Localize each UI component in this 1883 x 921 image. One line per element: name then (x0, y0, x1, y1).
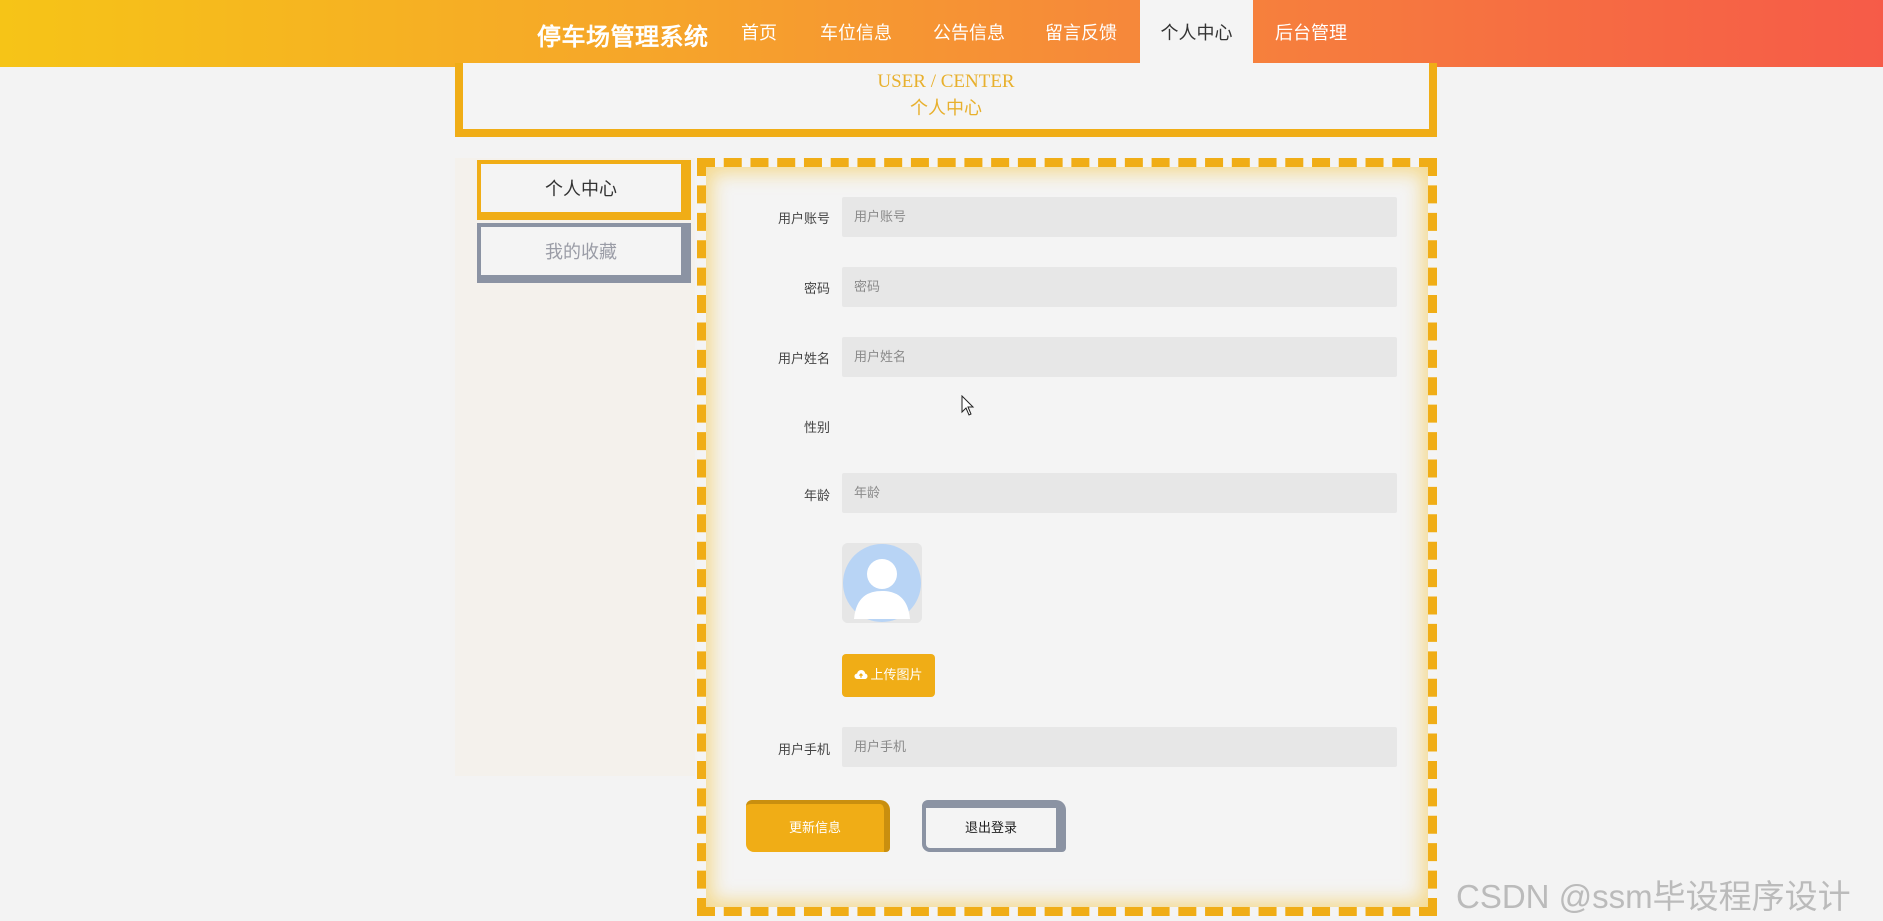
upload-image-label: 上传图片 (870, 668, 923, 683)
cloud-upload-icon (854, 670, 868, 679)
user-avatar-icon (842, 543, 922, 623)
age-input[interactable] (842, 473, 1397, 513)
nav-item-parking-spaces[interactable]: 车位信息 (808, 0, 904, 67)
age-label: 年龄 (803, 489, 830, 504)
sidebar-item-user-center[interactable]: 个人中心 (477, 160, 691, 220)
account-label: 用户账号 (777, 212, 830, 227)
site-brand[interactable]: 停车场管理系统 (537, 17, 709, 52)
nav-item-home[interactable]: 首页 (725, 0, 793, 67)
name-input[interactable] (842, 337, 1397, 377)
sidebar-item-favorites[interactable]: 我的收藏 (477, 223, 691, 283)
gender-label: 性别 (803, 421, 830, 436)
upload-image-button[interactable]: 上传图片 (842, 654, 935, 697)
update-info-button[interactable]: 更新信息 (746, 800, 890, 852)
nav-item-user-center[interactable]: 个人中心 (1140, 0, 1253, 67)
password-label: 密码 (803, 282, 830, 297)
name-label: 用户姓名 (777, 352, 830, 367)
avatar-image (842, 543, 922, 623)
phone-label: 用户手机 (777, 743, 830, 758)
nav-item-announcements[interactable]: 公告信息 (920, 0, 1018, 67)
account-input[interactable] (842, 197, 1397, 237)
csdn-watermark: CSDN @ssm毕设程序设计 (1456, 878, 1851, 915)
phone-input[interactable] (842, 727, 1397, 767)
nav-item-feedback[interactable]: 留言反馈 (1032, 0, 1130, 67)
top-nav-bar: 停车场管理系统 首页 车位信息 公告信息 留言反馈 个人中心 后台管理 (0, 0, 1883, 67)
logout-button[interactable]: 退出登录 (922, 800, 1066, 852)
page-title-en: USER / CENTER (877, 71, 1015, 92)
gender-select[interactable] (842, 404, 1397, 444)
page-title-box: USER / CENTER 个人中心 (455, 63, 1437, 137)
nav-item-admin[interactable]: 后台管理 (1262, 0, 1360, 67)
password-input[interactable] (842, 267, 1397, 307)
page-title-zh: 个人中心 (910, 98, 982, 118)
mouse-cursor-icon (961, 395, 975, 416)
